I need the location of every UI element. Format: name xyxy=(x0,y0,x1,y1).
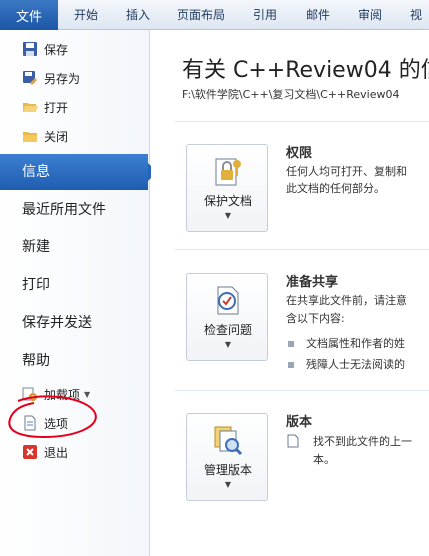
chevron-down-icon: ▼ xyxy=(224,480,232,489)
tab-page-layout[interactable]: 页面布局 xyxy=(177,0,225,30)
nav-item-new[interactable]: 新建 xyxy=(0,229,148,265)
save-command[interactable]: 保存 xyxy=(0,36,148,62)
check-issues-button[interactable]: 检查问题 ▼ xyxy=(186,273,268,361)
tab-references[interactable]: 引用 xyxy=(253,0,277,30)
list-item: 文档属性和作者的姓 xyxy=(288,335,405,351)
versions-icon xyxy=(214,426,243,456)
save-as-label: 另存为 xyxy=(44,71,81,86)
nav-item-print[interactable]: 打印 xyxy=(0,267,148,303)
check-document-icon xyxy=(217,286,239,315)
protect-document-button[interactable]: 保护文档 ▼ xyxy=(186,144,268,232)
divider xyxy=(175,249,429,250)
check-issues-label: 检查问题 xyxy=(203,323,252,337)
versions-text-line-1: 找不到此文件的上一 xyxy=(313,435,412,448)
manage-versions-label: 管理版本 xyxy=(203,463,252,477)
bullet-icon xyxy=(288,341,294,347)
protect-document-label: 保护文档 xyxy=(203,194,252,208)
nav-item-info[interactable]: 信息 xyxy=(0,154,157,190)
lock-key-icon xyxy=(215,158,241,186)
nav-item-info-label: 信息 xyxy=(22,164,50,180)
close-label: 关闭 xyxy=(44,129,69,144)
list-item-text: 文档属性和作者的姓 xyxy=(306,337,405,350)
permissions-text-line-2: 此文档的任何部分。 xyxy=(286,182,385,195)
save-label: 保存 xyxy=(44,42,69,57)
list-item: 残障人士无法阅读的 xyxy=(288,356,405,372)
tab-insert[interactable]: 插入 xyxy=(126,0,150,30)
save-as-icon xyxy=(23,71,37,85)
permissions-text-line-1: 任何人均可打开、复制和 xyxy=(286,165,407,178)
save-as-command[interactable]: 另存为 xyxy=(0,65,148,91)
bullet-icon xyxy=(288,362,294,368)
chevron-down-icon: ▼ xyxy=(224,211,232,220)
tab-review[interactable]: 审阅 xyxy=(358,0,382,30)
tab-home[interactable]: 开始 xyxy=(74,0,98,30)
permissions-heading: 权限 xyxy=(286,146,313,161)
red-annotation-circle xyxy=(8,395,97,439)
open-folder-icon xyxy=(23,103,38,112)
prepare-sharing-text-line-2: 含以下内容: xyxy=(286,312,345,325)
file-path: F:\软件学院\C++\复习文档\C++Review04 xyxy=(182,88,400,101)
nav-item-help[interactable]: 帮助 xyxy=(0,343,148,379)
list-item-text: 残障人士无法阅读的 xyxy=(306,358,405,371)
versions-heading: 版本 xyxy=(286,415,313,430)
close-folder-icon xyxy=(23,132,37,142)
exit-icon xyxy=(23,445,37,459)
chevron-down-icon: ▼ xyxy=(224,340,232,349)
tab-file[interactable]: 文件 xyxy=(0,0,58,30)
exit-label: 退出 xyxy=(44,445,69,460)
manage-versions-button[interactable]: 管理版本 ▼ xyxy=(186,413,268,501)
versions-text-line-2: 本。 xyxy=(313,453,335,466)
divider xyxy=(175,390,429,391)
save-icon xyxy=(23,42,37,56)
backstage-nav: 保存 另存为 打开 关闭 信息 最近所用文件 新建 打印 保存并发送 帮助 加载… xyxy=(0,30,157,556)
tab-view[interactable]: 视图 xyxy=(410,0,429,52)
close-command[interactable]: 关闭 xyxy=(0,123,148,149)
page-title: 有关 C++Review04 的信 xyxy=(182,58,429,83)
nav-item-recent[interactable]: 最近所用文件 xyxy=(0,192,148,228)
divider xyxy=(175,121,429,122)
document-icon xyxy=(287,434,299,448)
prepare-sharing-text-line-1: 在共享此文件前，请注意 xyxy=(286,294,407,307)
open-command[interactable]: 打开 xyxy=(0,94,148,120)
open-label: 打开 xyxy=(44,100,69,115)
ribbon-tab-strip: 文件 开始 插入 页面布局 引用 邮件 审阅 视图 xyxy=(0,0,429,52)
nav-item-save-send[interactable]: 保存并发送 xyxy=(0,305,148,341)
tab-mailings[interactable]: 邮件 xyxy=(306,0,330,30)
info-panel: 有关 C++Review04 的信 F:\软件学院\C++\复习文档\C++Re… xyxy=(151,30,429,556)
prepare-sharing-heading: 准备共享 xyxy=(286,275,339,290)
